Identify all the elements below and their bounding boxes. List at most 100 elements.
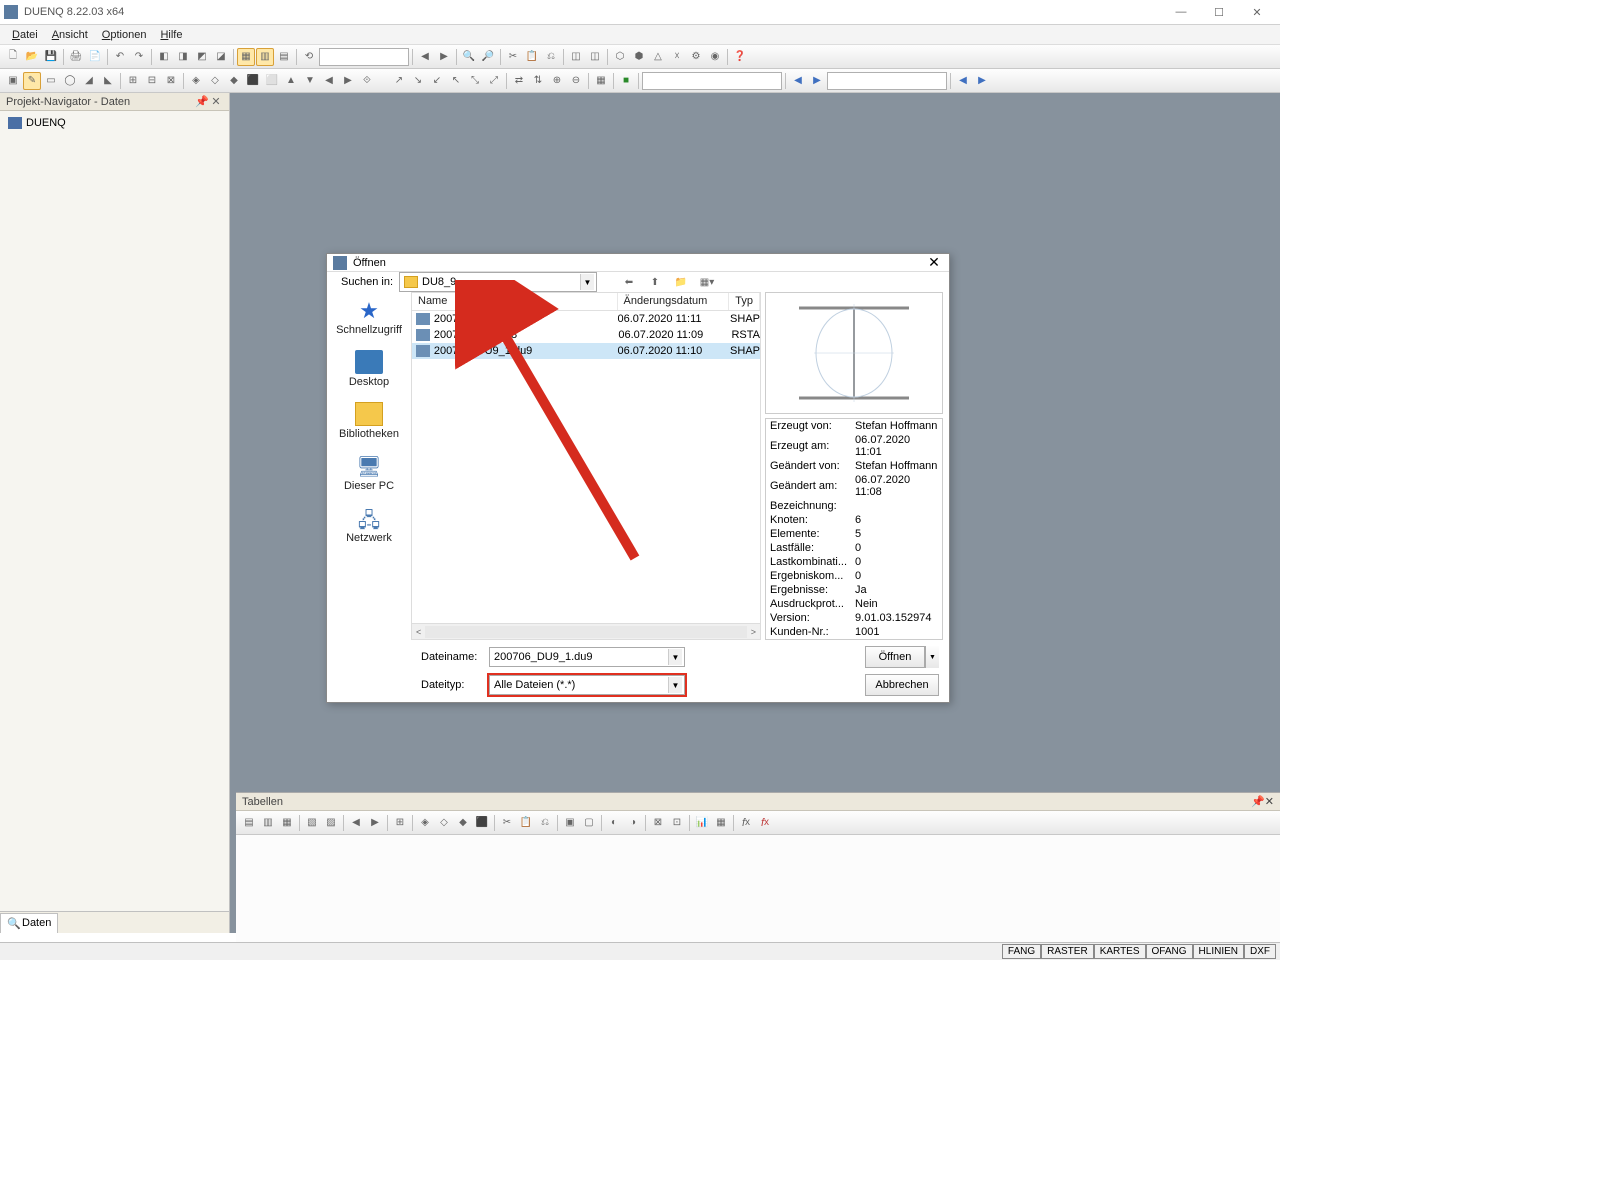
minimize-button[interactable]: — [1162,1,1200,23]
tt-a[interactable]: ▤ [240,814,258,832]
tbtn-f[interactable]: ▥ [256,48,274,66]
navigator-close[interactable]: ✕ [209,95,223,108]
tbtn-undo[interactable]: ↶ [111,48,129,66]
open-button[interactable]: Öffnen [865,646,925,668]
tbtn2-f[interactable]: ◣ [99,72,117,90]
tbtn2-ah[interactable]: ◀ [954,72,972,90]
tbtn2-af[interactable]: ◀ [789,72,807,90]
back-button[interactable]: ⬅ [619,272,639,292]
tt-j[interactable]: ◇ [435,814,453,832]
tbtn2-a[interactable]: ▣ [4,72,22,90]
tbtn-redo[interactable]: ↷ [130,48,148,66]
col-name[interactable]: Name [412,293,618,310]
menu-optionen[interactable]: Optionen [96,27,153,43]
tbtn2-p[interactable]: ▼ [301,72,319,90]
tbtn-i[interactable]: ◀ [416,48,434,66]
tt-o[interactable]: ⎌ [536,814,554,832]
tbtn2-aa[interactable]: ⇅ [529,72,547,90]
tbtn2-ae[interactable]: ■ [617,72,635,90]
status-hlinien[interactable]: HLINIEN [1193,944,1244,959]
navigator-root[interactable]: DUENQ [4,115,225,131]
tbtn-x[interactable]: ❓ [731,48,749,66]
tbtn-new[interactable]: 🗋 [4,48,22,66]
tbtn-print[interactable]: 🖨 [67,48,85,66]
tbtn2-e[interactable]: ◢ [80,72,98,90]
tt-l[interactable]: ⬛ [473,814,491,832]
tt-f[interactable]: ◀ [347,814,365,832]
tbtn-s[interactable]: ⬢ [630,48,648,66]
tt-w[interactable]: ▦ [712,814,730,832]
tbtn-d[interactable]: ◪ [212,48,230,66]
tbtn2-v[interactable]: ↙ [428,72,446,90]
tbtn-p[interactable]: ◫ [567,48,585,66]
status-dxf[interactable]: DXF [1244,944,1276,959]
tbtn2-g[interactable]: ⊞ [124,72,142,90]
tbtn-open[interactable]: 📂 [23,48,41,66]
tbtn2-x[interactable]: ⤡ [466,72,484,90]
status-ofang[interactable]: OFANG [1146,944,1193,959]
tbtn2-r[interactable]: ▶ [339,72,357,90]
filetype-combo[interactable]: Alle Dateien (*.*) ▼ [489,675,685,695]
status-fang[interactable]: FANG [1002,944,1041,959]
menu-ansicht[interactable]: Ansicht [46,27,94,43]
tbtn2-c[interactable]: ▭ [42,72,60,90]
tt-b[interactable]: ▥ [259,814,277,832]
new-folder-button[interactable]: 📁 [671,272,691,292]
file-scrollbar[interactable]: <> [412,623,760,639]
tbtn2-ag[interactable]: ▶ [808,72,826,90]
status-kartes[interactable]: KARTES [1094,944,1146,959]
tbtn2-y[interactable]: ⤢ [485,72,503,90]
col-date[interactable]: Änderungsdatum [618,293,730,310]
open-button-split[interactable]: ▼ [925,646,939,668]
tbtn2-u[interactable]: ↘ [409,72,427,90]
tt-t[interactable]: ⊠ [649,814,667,832]
sidebar-pc[interactable]: 🖥 Dieser PC [334,454,404,492]
tbtn-b[interactable]: ◨ [174,48,192,66]
tbtn2-j[interactable]: ◈ [187,72,205,90]
tbtn-q[interactable]: ◫ [586,48,604,66]
tbtn2-m[interactable]: ⬛ [244,72,262,90]
navigator-tab-daten[interactable]: 🔍 Daten [0,913,58,933]
tt-fx2[interactable]: fx [756,814,774,832]
tbtn-save[interactable]: 💾 [42,48,60,66]
toolbar-combo-2[interactable] [642,72,782,90]
sidebar-network[interactable]: 🖧 Netzwerk [334,506,404,544]
tbtn-e[interactable]: ▦ [237,48,255,66]
tt-c[interactable]: ▦ [278,814,296,832]
tt-m[interactable]: ✂ [498,814,516,832]
tbtn-u[interactable]: ☓ [668,48,686,66]
tbtn-a[interactable]: ◧ [155,48,173,66]
tt-fx[interactable]: fx [737,814,755,832]
tbtn2-k[interactable]: ◇ [206,72,224,90]
tbtn-h[interactable]: ⟲ [300,48,318,66]
tt-g[interactable]: ▶ [366,814,384,832]
dialog-close[interactable]: ✕ [925,254,943,271]
file-row[interactable]: 200706_DU9_1.du9 06.07.2020 11:10 SHAP [412,343,760,359]
tbtn-n[interactable]: 📋 [523,48,541,66]
tbtn-l[interactable]: 🔎 [479,48,497,66]
tbtn-g[interactable]: ▤ [275,48,293,66]
tbtn-c[interactable]: ◩ [193,48,211,66]
tbtn2-i[interactable]: ⊠ [162,72,180,90]
menu-datei[interactable]: Datei [6,27,44,43]
tbtn2-d[interactable]: ◯ [61,72,79,90]
tbtn2-q[interactable]: ◀ [320,72,338,90]
tt-h[interactable]: ⊞ [391,814,409,832]
tbtn-r[interactable]: ⬡ [611,48,629,66]
tt-n[interactable]: 📋 [517,814,535,832]
tbtn-j[interactable]: ▶ [435,48,453,66]
tables-pin[interactable]: 📌 [1251,795,1265,808]
close-button[interactable]: ✕ [1238,1,1276,23]
tt-v[interactable]: 📊 [693,814,711,832]
tbtn-t[interactable]: △ [649,48,667,66]
tt-q[interactable]: ▢ [580,814,598,832]
sidebar-desktop[interactable]: Desktop [334,350,404,388]
file-row[interactable]: 200706_DU8_1.du8 06.07.2020 11:11 SHAP [412,311,760,327]
chevron-down-icon[interactable]: ▼ [668,677,682,693]
tbtn2-ai[interactable]: ▶ [973,72,991,90]
tt-r[interactable]: ◐ [605,814,623,832]
col-type[interactable]: Typ [729,293,760,310]
cancel-button[interactable]: Abbrechen [865,674,939,696]
tbtn2-ac[interactable]: ⊖ [567,72,585,90]
status-raster[interactable]: RASTER [1041,944,1094,959]
